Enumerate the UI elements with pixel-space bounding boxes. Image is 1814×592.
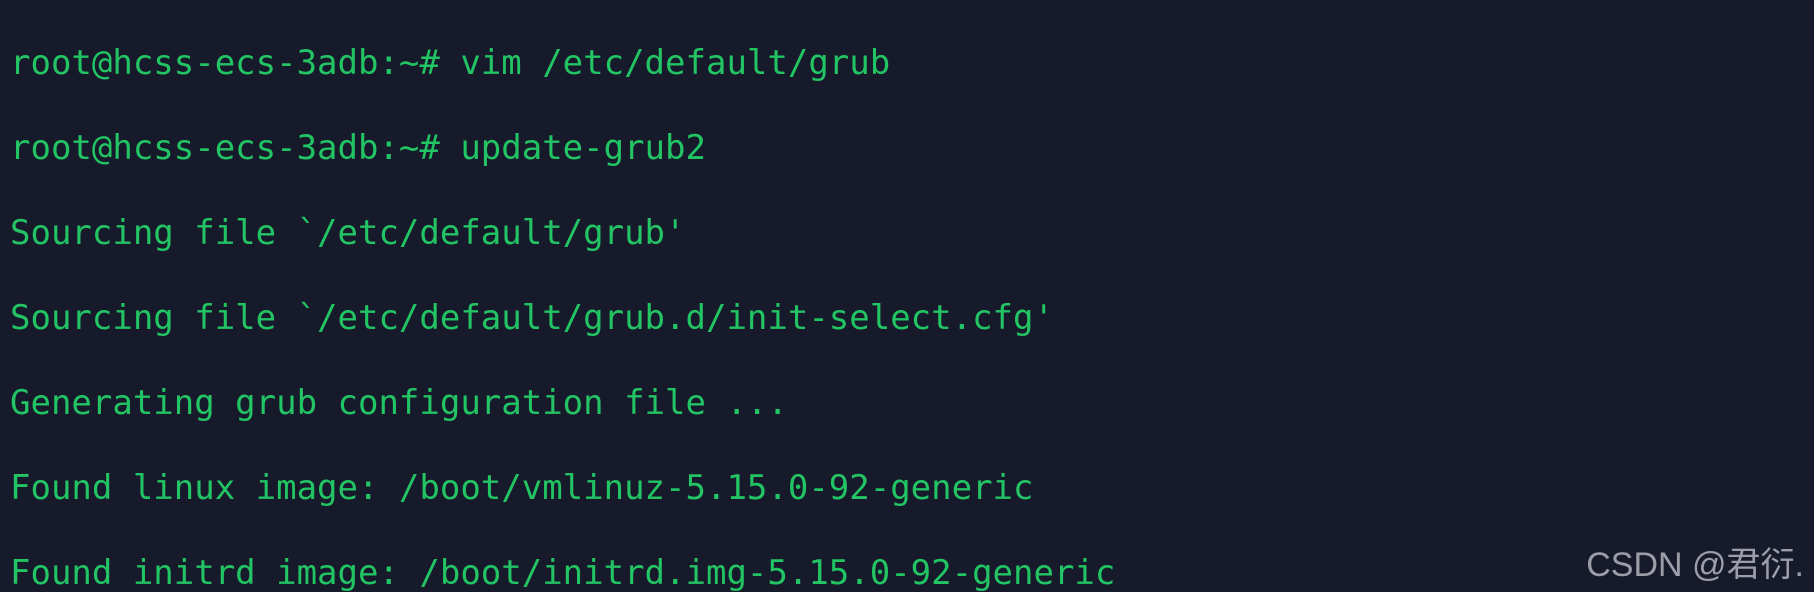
terminal-window[interactable]: root@hcss-ecs-3adb:~# vim /etc/default/g… xyxy=(0,0,1814,592)
terminal-line: Sourcing file `/etc/default/grub.d/init-… xyxy=(10,298,1054,338)
terminal-line: Found linux image: /boot/vmlinuz-5.15.0-… xyxy=(10,468,1034,508)
terminal-line: Generating grub configuration file ... xyxy=(10,383,788,423)
terminal-output: root@hcss-ecs-3adb:~# vim /etc/default/g… xyxy=(10,2,1814,592)
terminal-line: Sourcing file `/etc/default/grub' xyxy=(10,213,686,253)
terminal-line: root@hcss-ecs-3adb:~# vim /etc/default/g… xyxy=(10,43,891,83)
terminal-line: Found initrd image: /boot/initrd.img-5.1… xyxy=(10,553,1116,592)
terminal-line: root@hcss-ecs-3adb:~# update-grub2 xyxy=(10,128,706,168)
